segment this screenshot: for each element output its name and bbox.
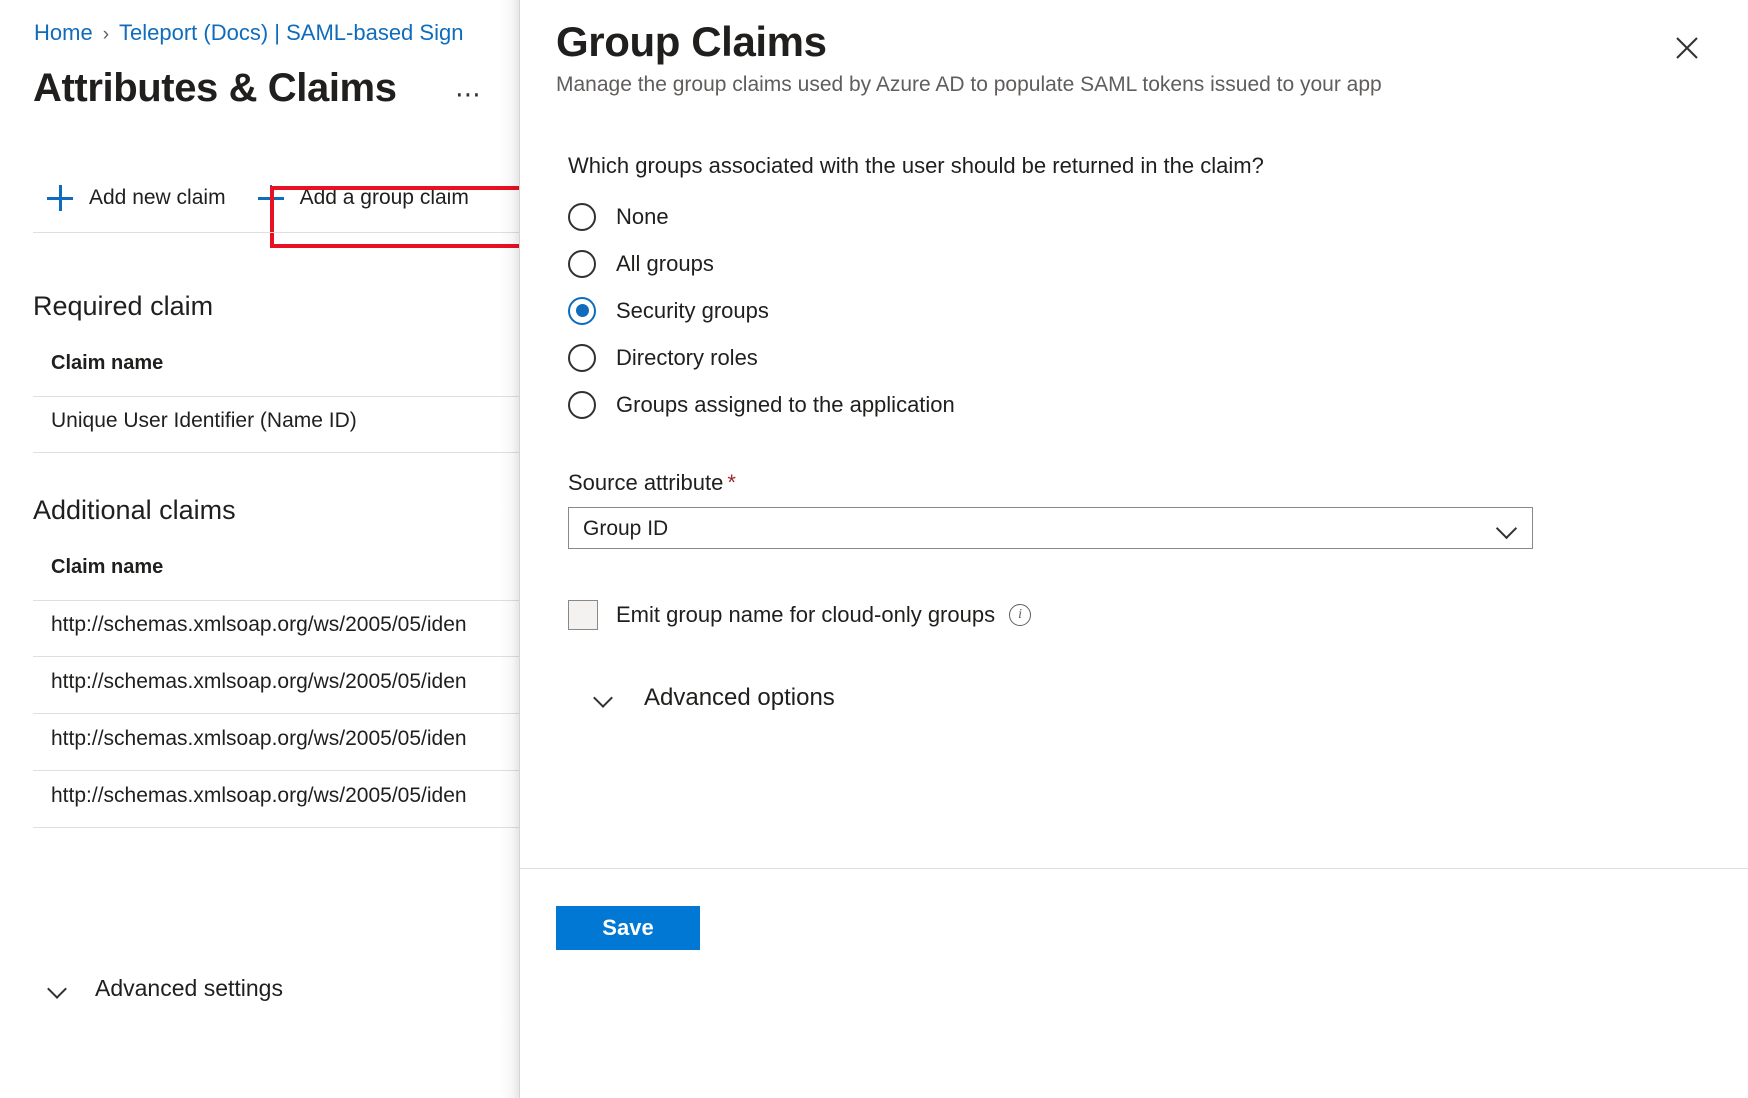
- radio-option-none[interactable]: None: [568, 193, 955, 240]
- advanced-settings-label: Advanced settings: [95, 975, 283, 1002]
- add-group-claim-label: Add a group claim: [300, 186, 469, 210]
- add-new-claim-label: Add new claim: [89, 186, 226, 210]
- claim-name-cell: Unique User Identifier (Name ID): [51, 409, 357, 433]
- claim-name-cell: http://schemas.xmlsoap.org/ws/2005/05/id…: [51, 670, 467, 694]
- plus-icon: [47, 185, 73, 211]
- close-icon: [1674, 35, 1700, 61]
- save-button[interactable]: Save: [556, 906, 700, 950]
- advanced-settings-toggle[interactable]: Advanced settings: [48, 975, 283, 1002]
- radio-label: All groups: [616, 251, 714, 277]
- breadcrumb: Home › Teleport (Docs) | SAML-based Sign: [34, 18, 463, 50]
- required-claim-column-header: Claim name: [51, 352, 163, 375]
- radio-icon: [568, 391, 596, 419]
- radio-option-directory-roles[interactable]: Directory roles: [568, 334, 955, 381]
- source-attribute-label: Source attribute*: [568, 470, 736, 496]
- breadcrumb-item-app[interactable]: Teleport (Docs) | SAML-based Sign: [119, 20, 463, 45]
- checkbox-icon[interactable]: [568, 600, 598, 630]
- required-claim-heading: Required claim: [33, 291, 213, 322]
- radio-icon: [568, 344, 596, 372]
- breadcrumb-separator-icon: ›: [103, 24, 109, 45]
- emit-group-name-checkbox-row[interactable]: Emit group name for cloud-only groups i: [568, 600, 1031, 630]
- additional-claims-heading: Additional claims: [33, 495, 236, 526]
- group-claim-radio-group: None All groups Security groups Director…: [568, 193, 955, 428]
- chevron-down-icon: [594, 688, 614, 708]
- chevron-down-icon: [48, 979, 68, 999]
- close-button[interactable]: [1664, 25, 1710, 71]
- add-group-claim-button[interactable]: Add a group claim: [244, 170, 487, 226]
- radio-label: Security groups: [616, 298, 769, 324]
- emit-group-name-label: Emit group name for cloud-only groups: [616, 602, 995, 628]
- breadcrumb-item-home[interactable]: Home: [34, 20, 93, 45]
- claim-name-cell: http://schemas.xmlsoap.org/ws/2005/05/id…: [51, 727, 467, 751]
- radio-label: None: [616, 204, 669, 230]
- page-title: Attributes & Claims: [33, 66, 397, 111]
- radio-option-security-groups[interactable]: Security groups: [568, 287, 955, 334]
- advanced-options-label: Advanced options: [644, 684, 835, 712]
- radio-label: Directory roles: [616, 345, 758, 371]
- source-attribute-label-text: Source attribute: [568, 470, 723, 495]
- radio-icon: [568, 203, 596, 231]
- additional-claims-column-header: Claim name: [51, 556, 163, 579]
- blade-title: Group Claims: [556, 18, 827, 66]
- claim-name-cell: http://schemas.xmlsoap.org/ws/2005/05/id…: [51, 613, 467, 637]
- command-bar: Add new claim Add a group claim: [33, 170, 487, 226]
- radio-icon: [568, 250, 596, 278]
- required-marker: *: [727, 470, 736, 495]
- more-options-icon[interactable]: ⋯: [455, 82, 483, 106]
- blade-subtitle: Manage the group claims used by Azure AD…: [556, 73, 1382, 97]
- radio-label: Groups assigned to the application: [616, 392, 955, 418]
- radio-option-all-groups[interactable]: All groups: [568, 240, 955, 287]
- info-icon[interactable]: i: [1009, 604, 1031, 626]
- blade-footer-divider: [520, 868, 1748, 869]
- group-claim-question: Which groups associated with the user sh…: [568, 153, 1264, 179]
- chevron-down-icon: [1496, 519, 1518, 541]
- advanced-options-toggle[interactable]: Advanced options: [594, 684, 835, 712]
- source-attribute-select[interactable]: Group ID: [568, 507, 1533, 549]
- group-claims-blade: Group Claims Manage the group claims use…: [519, 0, 1748, 1098]
- radio-icon-selected: [568, 297, 596, 325]
- add-new-claim-button[interactable]: Add new claim: [33, 170, 244, 226]
- plus-icon: [258, 185, 284, 211]
- radio-option-groups-assigned-to-application[interactable]: Groups assigned to the application: [568, 381, 955, 428]
- source-attribute-value: Group ID: [583, 517, 668, 541]
- claim-name-cell: http://schemas.xmlsoap.org/ws/2005/05/id…: [51, 784, 467, 808]
